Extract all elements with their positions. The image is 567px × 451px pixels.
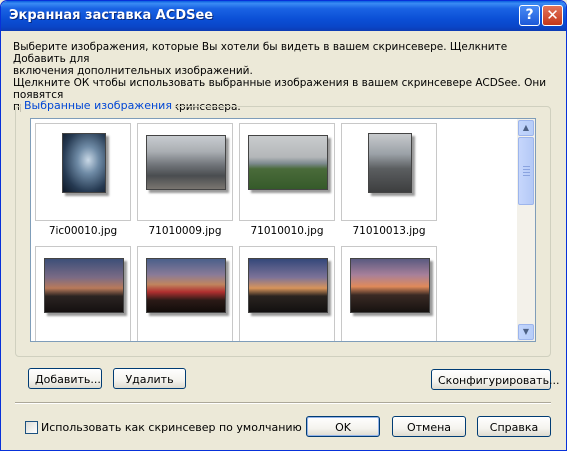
image-thumbnail-4[interactable] [341,123,437,221]
grip-line [523,169,530,170]
cancel-button[interactable]: Отмена [392,416,466,437]
ok-button[interactable]: OK [306,416,380,437]
image-caption-1: 7ic00010.jpg [48,225,118,237]
instructions-line-3: Щелкните ОК чтобы использовать выбранные… [13,77,547,101]
screensaver-dialog: Экранная заставка ACDSee ? ✕ Выберите из… [0,0,567,451]
scroll-thumb[interactable] [518,137,534,205]
close-icon: ✕ [546,6,559,24]
configure-button[interactable]: Сконфигурировать... [431,369,560,390]
image-thumbnail-8[interactable] [341,246,437,341]
chevron-down-icon: ▼ [522,327,530,336]
separator [15,402,551,404]
image-thumbnail-2[interactable] [137,123,233,221]
image-thumbnail-6[interactable] [137,246,233,341]
image-preview-5 [44,258,124,313]
selected-images-list[interactable]: 7ic00010.jpg 71010009.jpg 71010010.jpg 7… [30,118,536,342]
image-preview-1 [62,133,106,193]
instructions-line-2: включения дополнительных изображений. [13,65,253,77]
image-caption-4: 71010013.jpg [352,225,426,237]
default-screensaver-label[interactable]: Использовать как скринсевер по умолчанию [41,421,302,434]
image-preview-6 [146,258,226,313]
scroll-down-button[interactable]: ▼ [518,324,534,340]
grip-line [523,172,530,173]
help-icon: ? [525,7,534,23]
title-bar[interactable]: Экранная заставка ACDSee ? ✕ [1,1,566,31]
add-button[interactable]: Добавить... [28,368,102,389]
window-title: Экранная заставка ACDSee [9,8,214,23]
vertical-scrollbar[interactable]: ▲ ▼ [517,119,535,341]
close-button[interactable]: ✕ [542,5,563,26]
help-title-button[interactable]: ? [519,5,540,26]
image-thumbnail-5[interactable] [35,246,131,341]
instructions-line-1: Выберите изображения, которые Вы хотели … [13,41,508,65]
image-preview-2 [146,135,226,190]
help-button[interactable]: Справка [477,416,551,437]
image-preview-7 [248,258,328,313]
scroll-up-button[interactable]: ▲ [518,120,534,136]
selected-images-label: Выбранные изображения [21,99,175,112]
image-thumbnail-7[interactable] [239,246,335,341]
image-preview-4 [368,133,412,193]
default-screensaver-checkbox[interactable] [25,421,38,434]
image-caption-3: 71010010.jpg [250,225,324,237]
remove-button[interactable]: Удалить [113,368,186,389]
grip-line [523,166,530,167]
image-caption-2: 71010009.jpg [148,225,222,237]
image-thumbnail-3[interactable] [239,123,335,221]
chevron-up-icon: ▲ [522,123,530,132]
image-preview-8 [350,258,430,313]
image-thumbnail-1[interactable] [35,123,131,221]
image-preview-3 [248,135,328,190]
grip-line [523,175,530,176]
